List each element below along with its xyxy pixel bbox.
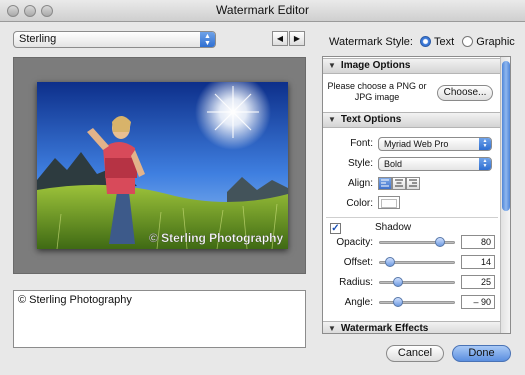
- watermark-effects-header[interactable]: ▼ Watermark Effects: [323, 321, 500, 333]
- preview-photo: © Sterling Photography: [37, 82, 288, 249]
- radius-value-field[interactable]: 25: [461, 275, 495, 289]
- align-left-button[interactable]: [378, 177, 392, 190]
- disclosure-triangle-down-icon: ▼: [328, 324, 336, 333]
- style-select[interactable]: Bold ▲ ▼: [378, 157, 492, 171]
- minimize-window-button[interactable]: [24, 5, 36, 17]
- options-scrollbar[interactable]: [500, 57, 510, 333]
- angle-label: Angle:: [344, 297, 373, 308]
- angle-slider-thumb[interactable]: [393, 297, 403, 307]
- disclosure-triangle-down-icon: ▼: [328, 115, 336, 124]
- style-graphic-radio[interactable]: Graphic: [462, 36, 515, 48]
- text-color-swatch[interactable]: [378, 196, 400, 209]
- image-options-message: Please choose a PNG or JPG image: [327, 81, 427, 102]
- shadow-label: Shadow: [375, 222, 412, 233]
- watermark-style-group: Watermark Style: Text Graphic: [329, 36, 515, 48]
- opacity-slider-thumb[interactable]: [434, 237, 445, 247]
- align-right-button[interactable]: [406, 177, 420, 190]
- font-select[interactable]: Myriad Web Pro ▲ ▼: [378, 137, 492, 151]
- next-preset-button[interactable]: ▶: [289, 31, 305, 46]
- image-options-header[interactable]: ▼ Image Options: [323, 58, 500, 74]
- preset-select-value: Sterling: [19, 33, 57, 45]
- radius-slider-track[interactable]: [379, 281, 455, 284]
- align-label: Align:: [347, 178, 373, 189]
- previous-preset-button[interactable]: ◀: [272, 31, 288, 46]
- text-options-header[interactable]: ▼ Text Options: [323, 112, 500, 128]
- checkmark-icon: ✓: [331, 223, 340, 234]
- angle-slider-track[interactable]: [379, 301, 455, 304]
- align-left-icon: [381, 179, 389, 187]
- select-arrows-icon: ▲ ▼: [200, 32, 215, 47]
- triangle-right-icon: ▶: [293, 34, 301, 43]
- offset-value-field[interactable]: 14: [461, 255, 495, 269]
- radio-selected-icon: [420, 36, 432, 47]
- style-graphic-label: Graphic: [476, 36, 515, 48]
- triangle-left-icon: ◀: [276, 34, 284, 43]
- select-arrows-icon: ▲ ▼: [479, 158, 491, 170]
- divider: [326, 217, 498, 218]
- style-text-label: Text: [434, 36, 455, 48]
- style-text-radio[interactable]: Text: [420, 36, 457, 48]
- offset-label: Offset:: [343, 257, 373, 268]
- radius-slider-thumb[interactable]: [393, 277, 403, 287]
- choose-image-button[interactable]: Choose...: [437, 85, 493, 101]
- radius-label: Radius:: [339, 277, 373, 288]
- radio-unselected-icon: [462, 36, 474, 47]
- opacity-label: Opacity:: [336, 237, 373, 248]
- watermark-text-field[interactable]: © Sterling Photography: [13, 290, 306, 348]
- preview-watermark-text: © Sterling Photography: [149, 231, 284, 245]
- watermark-style-label: Watermark Style:: [329, 36, 413, 48]
- preset-select[interactable]: Sterling ▲ ▼: [13, 31, 216, 48]
- done-button[interactable]: Done: [452, 345, 511, 362]
- options-panel: ▼ Image Options Please choose a PNG or JP…: [322, 56, 511, 334]
- offset-slider-thumb[interactable]: [384, 257, 395, 267]
- align-right-icon: [409, 179, 417, 187]
- align-center-button[interactable]: [392, 177, 406, 190]
- window-title: Watermark Editor: [216, 3, 309, 17]
- angle-value-field[interactable]: – 90: [461, 295, 495, 309]
- disclosure-triangle-down-icon: ▼: [328, 61, 336, 70]
- title-bar: Watermark Editor: [0, 0, 525, 22]
- font-label: Font:: [350, 138, 373, 149]
- zoom-window-button[interactable]: [41, 5, 53, 17]
- align-center-icon: [395, 179, 403, 187]
- watermark-editor-window: Watermark Editor Sterling ▲ ▼ ◀ ▶ Waterma…: [0, 0, 525, 375]
- select-arrows-icon: ▲ ▼: [479, 138, 491, 150]
- shadow-checkbox[interactable]: ✓: [330, 223, 341, 234]
- color-label: Color:: [346, 198, 373, 209]
- style-label: Style:: [347, 158, 373, 169]
- scrollbar-thumb[interactable]: [502, 61, 510, 211]
- cancel-button[interactable]: Cancel: [386, 345, 444, 362]
- opacity-value-field[interactable]: 80: [461, 235, 495, 249]
- close-window-button[interactable]: [7, 5, 19, 17]
